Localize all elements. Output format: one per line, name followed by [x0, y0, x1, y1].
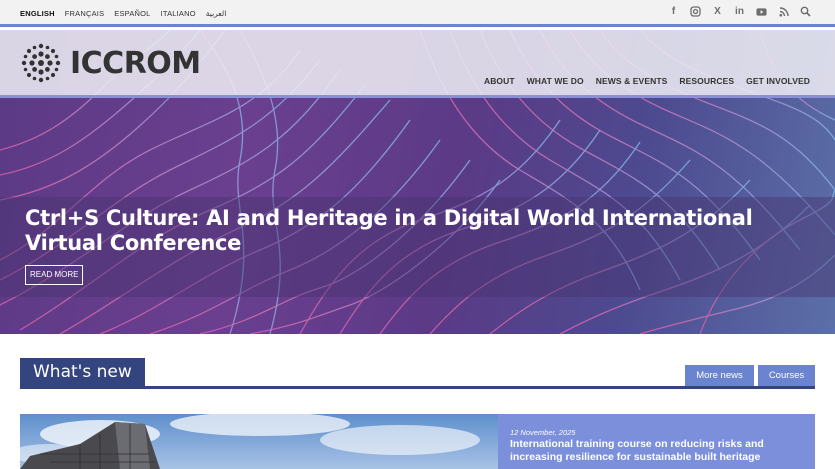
language-switcher: ENGLISH FRANÇAIS ESPAÑOL ITALIANO العربي…	[20, 9, 226, 18]
facebook-icon[interactable]: f	[668, 6, 679, 17]
nav-resources[interactable]: RESOURCES	[679, 76, 734, 86]
more-news-button[interactable]: More news	[685, 365, 754, 386]
nav-about[interactable]: ABOUT	[484, 76, 515, 86]
feature-title[interactable]: International training course on reducin…	[510, 438, 800, 464]
nav-what-we-do[interactable]: WHAT WE DO	[527, 76, 584, 86]
feature-photo-illustration	[20, 414, 480, 469]
hero-banner: ICCROM ABOUT WHAT WE DO NEWS & EVENTS RE…	[0, 30, 835, 334]
top-bar: ENGLISH FRANÇAIS ESPAÑOL ITALIANO العربي…	[0, 0, 835, 27]
search-icon[interactable]	[800, 6, 811, 17]
logo-mark-icon	[21, 43, 61, 83]
lang-italiano[interactable]: ITALIANO	[161, 9, 196, 18]
feature-image[interactable]	[20, 414, 498, 469]
iccrom-logo[interactable]: ICCROM	[20, 42, 201, 84]
lang-english[interactable]: ENGLISH	[20, 9, 55, 18]
site-header: ICCROM ABOUT WHAT WE DO NEWS & EVENTS RE…	[0, 30, 835, 98]
read-more-button[interactable]: READ MORE	[25, 265, 84, 285]
lang-francais[interactable]: FRANÇAIS	[65, 9, 105, 18]
whats-new-heading: What's new	[20, 358, 145, 387]
x-icon[interactable]: X	[712, 6, 723, 17]
hero-title[interactable]: Ctrl+S Culture: AI and Heritage in a Dig…	[25, 206, 785, 256]
nav-get-involved[interactable]: GET INVOLVED	[746, 76, 810, 86]
logo-wordmark: ICCROM	[70, 45, 201, 81]
main-nav: ABOUT WHAT WE DO NEWS & EVENTS RESOURCES…	[484, 76, 810, 86]
instagram-icon[interactable]	[690, 6, 701, 17]
social-links: f X in	[668, 6, 811, 17]
courses-button[interactable]: Courses	[758, 365, 815, 386]
lang-arabic[interactable]: العربية	[206, 9, 227, 18]
rss-icon[interactable]	[778, 6, 789, 17]
nav-news-events[interactable]: NEWS & EVENTS	[596, 76, 668, 86]
linkedin-icon[interactable]: in	[734, 6, 745, 17]
lang-espanol[interactable]: ESPAÑOL	[114, 9, 150, 18]
feature-date: 12 November, 2025	[510, 428, 576, 437]
youtube-icon[interactable]	[756, 6, 767, 17]
